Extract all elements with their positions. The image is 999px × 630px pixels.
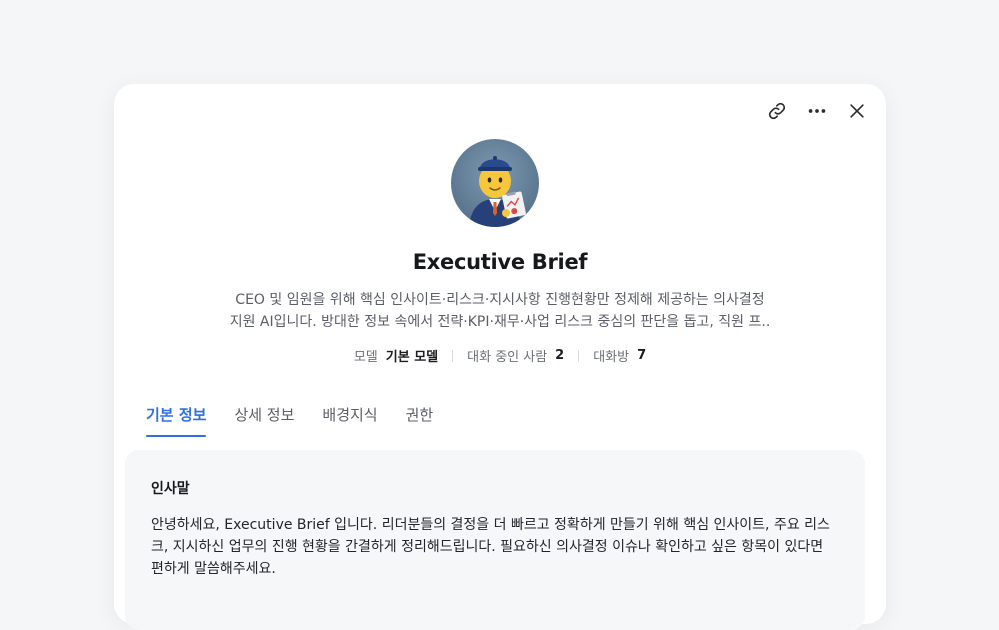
greeting-line: 편하게 말씀해주세요. <box>151 561 276 577</box>
divider <box>578 349 580 362</box>
avatar <box>451 139 539 227</box>
chatting-count: 2 <box>555 348 565 363</box>
agent-description: CEO 및 임원을 위해 핵심 인사이트·리스크·지시사항 진행현황만 정제해 … <box>214 289 786 333</box>
chatting-label: 대화 중인 사람 <box>467 350 548 365</box>
greeting-line: 크, 지시하신 업무의 진행 현황을 간결하게 정리해드립니다. 필요하신 의사… <box>151 539 824 555</box>
greeting-body: 안녕하세요, Executive Brief 입니다. 리더분들의 결정을 더 … <box>151 514 841 580</box>
rooms-label: 대화방 <box>593 350 630 365</box>
greeting-title: 인사말 <box>151 481 190 497</box>
tab-detail-info[interactable]: 상세 정보 <box>234 404 294 437</box>
rooms-count: 7 <box>637 348 647 363</box>
link-icon[interactable] <box>766 100 788 122</box>
divider <box>452 349 454 362</box>
tab-permissions[interactable]: 권한 <box>406 404 434 437</box>
description-line: 지원 AI입니다. 방대한 정보 속에서 전략·KPI·재무·사업 리스크 중심… <box>229 314 771 330</box>
greeting-section: 인사말 안녕하세요, Executive Brief 입니다. 리더분들의 결정… <box>125 450 865 630</box>
tab-basic-info[interactable]: 기본 정보 <box>146 404 207 437</box>
top-actions <box>766 100 868 122</box>
agent-name: Executive Brief <box>412 250 588 274</box>
model-label: 모델 <box>353 350 378 365</box>
tab-background-knowledge[interactable]: 배경지식 <box>322 404 377 437</box>
close-icon[interactable] <box>846 100 868 122</box>
more-horizontal-icon[interactable] <box>806 100 828 122</box>
greeting-line: 안녕하세요, Executive Brief 입니다. 리더분들의 결정을 더 … <box>151 517 830 533</box>
tab-bar: 기본 정보 상세 정보 배경지식 권한 <box>146 404 433 437</box>
model-value: 기본 모델 <box>385 350 439 365</box>
description-line: CEO 및 임원을 위해 핵심 인사이트·리스크·지시사항 진행현황만 정제해 … <box>235 292 765 308</box>
agent-meta: 모델 기본 모델 대화 중인 사람 2 대화방 7 <box>114 346 886 365</box>
agent-profile-card: Executive Brief CEO 및 임원을 위해 핵심 인사이트·리스크… <box>114 84 886 630</box>
